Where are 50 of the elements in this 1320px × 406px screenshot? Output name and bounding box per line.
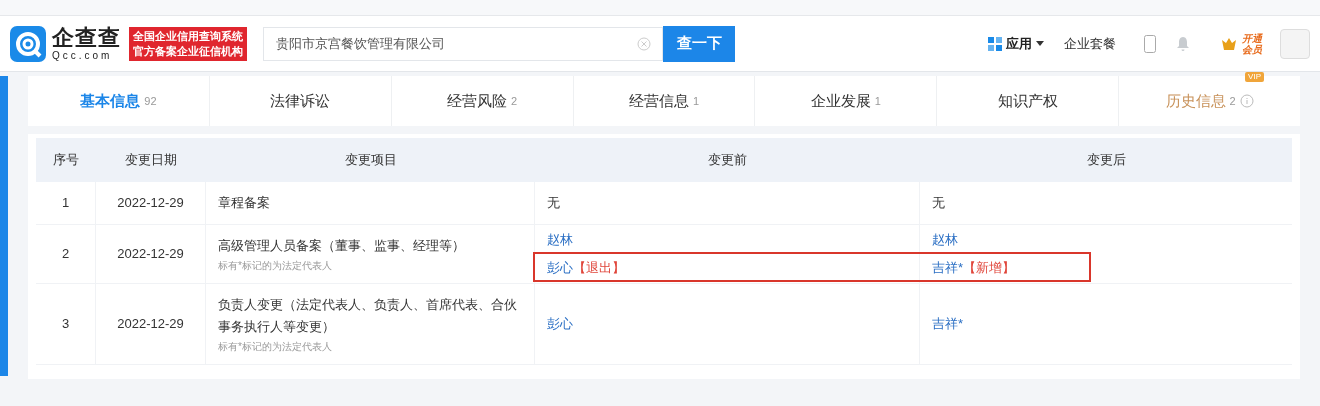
tab[interactable]: 经营信息 1 — [573, 76, 756, 126]
table-cell-text: 3 — [61, 315, 70, 334]
logo-icon — [10, 25, 46, 62]
column-header: 变更项目 — [344, 151, 397, 170]
tab[interactable]: 企业发展 1 — [755, 76, 938, 126]
person-link[interactable]: 赵林 — [932, 230, 958, 250]
apps-icon — [988, 36, 1002, 51]
certification-badge: 全国企业信用查询系统 官方备案企业征信机构 — [129, 26, 247, 61]
table-cell-text: 高级管理人员备案（董事、监事、经理等） — [218, 237, 466, 255]
package-link[interactable]: 企业套餐 — [1064, 33, 1116, 54]
column-header: 序号 — [53, 151, 79, 170]
table-cell-text: 2022-12-29 — [117, 315, 184, 334]
table-cell-text: 1 — [61, 194, 70, 213]
phone-icon[interactable] — [1144, 34, 1156, 53]
crown-icon — [1222, 37, 1236, 50]
caret-icon — [1036, 41, 1044, 46]
tab[interactable]: 基本信息 92 — [28, 76, 210, 126]
footnote: 标有*标记的为法定代表人 — [218, 259, 333, 273]
info-icon — [1239, 94, 1254, 108]
table-cell-text: 负责人变更（法定代表人、负责人、首席代表、合伙事务执行人等变更） — [218, 296, 518, 336]
column-header: 变更日期 — [125, 151, 177, 170]
logo-domain: Qcc.com — [52, 50, 113, 61]
person-link[interactable]: 彭心 — [547, 258, 573, 278]
search-field[interactable]: 贵阳市京宫餐饮管理有限公司 — [263, 26, 663, 61]
avatar[interactable] — [1280, 28, 1310, 59]
column-header: 变更前 — [708, 151, 747, 170]
status-tag: 【退出】 — [573, 258, 625, 278]
apps-menu[interactable]: 应用 — [1006, 33, 1032, 54]
tab[interactable]: 经营风险 2 — [391, 76, 574, 126]
bell-icon[interactable] — [1176, 35, 1190, 52]
logo-name: 企查查 — [52, 26, 121, 50]
clear-icon[interactable] — [637, 36, 651, 51]
table-cell-text: 2 — [61, 245, 70, 264]
tab[interactable]: 法律诉讼 — [209, 76, 392, 126]
person-link[interactable]: 吉祥* — [932, 258, 964, 278]
table-cell-text: 2022-12-29 — [117, 245, 184, 264]
footnote: 标有*标记的为法定代表人 — [218, 340, 333, 354]
cell-text: 无 — [547, 194, 560, 212]
table-cell-text: 章程备案 — [218, 194, 271, 212]
vip-link[interactable]: 开通 会员 — [1242, 32, 1262, 55]
cell-text: 无 — [932, 194, 945, 212]
person-link[interactable]: 吉祥* — [932, 314, 964, 334]
person-link[interactable]: 赵林 — [547, 230, 573, 250]
search-button[interactable]: 查一下 — [663, 25, 735, 62]
person-link[interactable]: 彭心 — [547, 314, 573, 334]
tab[interactable]: 知识产权 — [937, 76, 1120, 126]
table-cell-text: 2022-12-29 — [117, 194, 184, 213]
status-tag: 【新增】 — [963, 258, 1016, 278]
column-header: 变更后 — [1086, 151, 1126, 170]
vip-badge: VIP — [1245, 72, 1264, 82]
